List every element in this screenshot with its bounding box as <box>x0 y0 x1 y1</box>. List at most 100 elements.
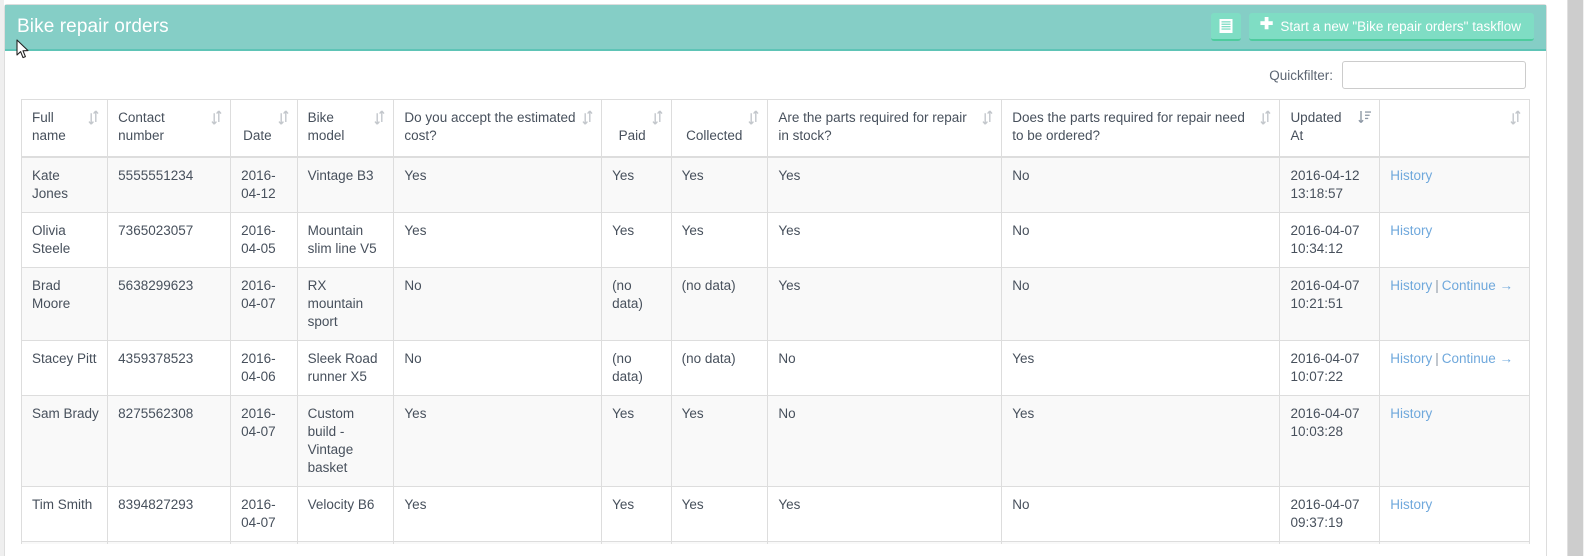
column-header-label: Date <box>243 128 272 143</box>
cell-actions: History <box>1379 395 1529 487</box>
table-row[interactable]: 04-07 <box>22 541 1529 544</box>
cell-bike-model: Sleek Road runner X5 <box>297 340 395 396</box>
cell-actions: History <box>1379 157 1529 213</box>
sort-descending-icon <box>1358 110 1372 124</box>
sort-both-icon <box>211 110 222 125</box>
cell-parts-need-ordered: No <box>1001 212 1281 268</box>
action-separator: | <box>1435 351 1439 366</box>
cell-date: 04-07 <box>230 541 298 544</box>
column-header-label: Does the parts required for repair need … <box>1012 110 1245 143</box>
page-scrollbar-thumb[interactable] <box>1568 0 1583 556</box>
column-header-label: Do you accept the estimated cost? <box>404 110 576 143</box>
column-header-actions[interactable] <box>1379 100 1529 158</box>
column-header-label: Full name <box>32 110 66 143</box>
history-link[interactable]: History <box>1390 497 1432 512</box>
cell-full-name: Brad Moore <box>22 267 109 341</box>
report-button[interactable] <box>1210 13 1241 41</box>
cell-actions: History | Continue → <box>1379 340 1529 396</box>
sort-both-icon <box>1260 110 1271 125</box>
continue-link[interactable]: Continue → <box>1442 278 1513 293</box>
cell-paid: Yes <box>601 486 672 542</box>
cell-full-name: Tim Smith <box>22 486 109 542</box>
cell-full-name: Olivia Steele <box>22 212 109 268</box>
quickfilter-label: Quickfilter: <box>1269 67 1333 83</box>
table-row[interactable]: Sam Brady 8275562308 2016-04-07 Custom buil… <box>22 395 1529 487</box>
orders-table-header-row: Full name Contact number Date Bike model… <box>22 100 1529 158</box>
history-link[interactable]: History <box>1390 406 1432 421</box>
cell-parts-in-stock: No <box>767 395 1003 487</box>
cell-contact-number: 8394827293 <box>107 486 232 542</box>
column-header-parts-in-stock[interactable]: Are the parts required for repair in sto… <box>767 100 1003 158</box>
sort-both-icon <box>982 110 993 125</box>
cell-parts-in-stock: Yes <box>767 157 1003 213</box>
column-header-label: Collected <box>686 128 743 143</box>
history-link[interactable]: History <box>1390 278 1432 293</box>
cell-collected: Yes <box>671 486 769 542</box>
cell-paid: (no data) <box>601 340 672 396</box>
cell-actions: History <box>1379 486 1529 542</box>
cell-bike-model: Velocity B6 <box>297 486 395 542</box>
table-row[interactable]: Brad Moore 5638299623 2016-04-07 RX mountai… <box>22 267 1529 341</box>
cell-updated-at: 2016-04-07 10:07:22 <box>1279 340 1381 396</box>
cell-parts-need-ordered <box>1001 541 1281 544</box>
cell-accept-estimated-cost <box>393 541 603 544</box>
cell-contact-number: 4359378523 <box>107 340 232 396</box>
cell-contact-number: 5555551234 <box>107 157 232 213</box>
history-link[interactable]: History <box>1390 168 1432 183</box>
start-new-taskflow-button[interactable]: ✚ Start a new "Bike repair orders" taskf… <box>1248 13 1534 41</box>
cell-contact-number: 8275562308 <box>107 395 232 487</box>
column-header-contact-number[interactable]: Contact number <box>107 100 232 158</box>
cell-updated-at: 2016-04-12 13:18:57 <box>1279 157 1381 213</box>
page-scrollbar-track[interactable] <box>1567 0 1584 556</box>
cell-collected <box>671 541 769 544</box>
column-header-date[interactable]: Date <box>230 100 298 158</box>
cell-full-name: Kate Jones <box>22 157 109 213</box>
table-row[interactable]: Kate Jones 5555551234 2016-04-12 Vintage B3… <box>22 157 1529 213</box>
table-row[interactable]: Olivia Steele 7365023057 2016-04-05 Mountai… <box>22 212 1529 268</box>
cell-bike-model: Mountain slim line V5 <box>297 212 395 268</box>
cell-parts-in-stock <box>767 541 1003 544</box>
cell-contact-number: 5638299623 <box>107 267 232 341</box>
cell-parts-need-ordered: No <box>1001 267 1281 341</box>
column-header-accept-estimated-cost[interactable]: Do you accept the estimated cost? <box>393 100 603 158</box>
cell-updated-at: 2016-04-07 10:21:51 <box>1279 267 1381 341</box>
column-header-label: Updated At <box>1290 110 1342 143</box>
cell-collected: (no data) <box>671 267 769 341</box>
cell-actions: History | Continue → <box>1379 267 1529 341</box>
cell-actions: History <box>1379 212 1529 268</box>
cell-collected: (no data) <box>671 340 769 396</box>
table-row[interactable]: Stacey Pitt 4359378523 2016-04-06 Sleek Roa… <box>22 340 1529 396</box>
cell-full-name <box>22 541 109 544</box>
column-header-label: Paid <box>618 128 646 143</box>
cell-date: 2016-04-12 <box>230 157 298 213</box>
column-header-bike-model[interactable]: Bike model <box>297 100 395 158</box>
cell-bike-model <box>297 541 395 544</box>
start-new-taskflow-label: Start a new "Bike repair orders" taskflo… <box>1280 18 1521 34</box>
column-header-label: Bike model <box>307 110 345 143</box>
sort-both-icon <box>1510 110 1521 125</box>
history-link[interactable]: History <box>1390 223 1432 238</box>
sort-both-icon <box>278 110 289 125</box>
cell-paid: (no data) <box>601 267 672 341</box>
cell-accept-estimated-cost: Yes <box>393 212 603 268</box>
column-header-parts-need-ordered[interactable]: Does the parts required for repair need … <box>1001 100 1281 158</box>
cell-full-name: Stacey Pitt <box>22 340 109 396</box>
cell-contact-number: 7365023057 <box>107 212 232 268</box>
column-header-collected[interactable]: Collected <box>671 100 769 158</box>
table-row[interactable]: Tim Smith 8394827293 2016-04-07 Velocity B6… <box>22 486 1529 542</box>
cell-parts-need-ordered: Yes <box>1001 395 1281 487</box>
quickfilter-input[interactable] <box>1342 61 1526 89</box>
cell-parts-need-ordered: Yes <box>1001 340 1281 396</box>
column-header-paid[interactable]: Paid <box>601 100 672 158</box>
history-link[interactable]: History <box>1390 351 1432 366</box>
panel-header: Bike repair orders ✚ Start a new "Bike r… <box>5 5 1546 51</box>
cell-date: 2016-04-06 <box>230 340 298 396</box>
cell-actions <box>1379 541 1529 544</box>
page-title: Bike repair orders <box>17 16 169 37</box>
continue-link[interactable]: Continue → <box>1442 351 1513 366</box>
column-header-updated-at[interactable]: Updated At <box>1279 100 1381 158</box>
cell-date: 2016-04-05 <box>230 212 298 268</box>
column-header-full-name[interactable]: Full name <box>22 100 109 158</box>
orders-table: Full name Contact number Date Bike model… <box>22 100 1529 544</box>
cell-bike-model: Custom build - Vintage basket <box>297 395 395 487</box>
